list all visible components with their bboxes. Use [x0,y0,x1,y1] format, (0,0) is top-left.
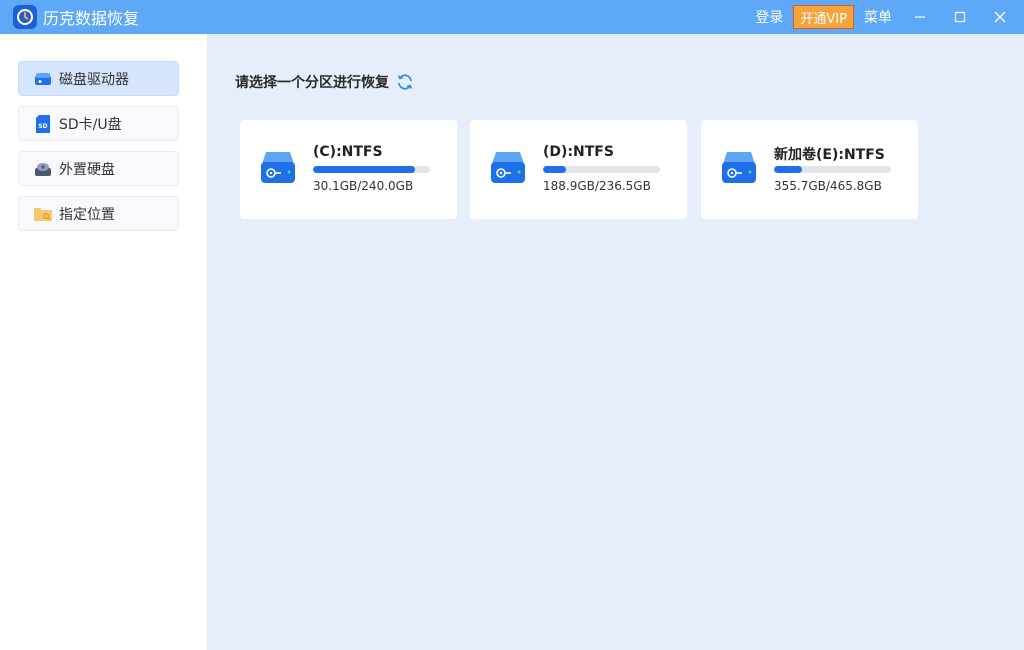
drive-card-c[interactable]: (C):NTFS 30.1GB/240.0GB [240,120,457,219]
section-title: 请选择一个分区进行恢复 [235,72,414,92]
drive-size: 355.7GB/465.8GB [774,179,882,193]
usage-bar [774,166,891,173]
usage-bar [313,166,430,173]
drive-name: (D):NTFS [543,144,614,160]
sidebar-item-sd-card[interactable]: SD SD卡/U盘 [18,106,179,141]
sidebar-item-external-drive[interactable]: 外置硬盘 [18,151,179,186]
drive-icon [261,152,295,183]
sidebar-item-label: 外置硬盘 [59,161,115,178]
usage-bar-fill [313,166,416,173]
drive-icon [491,152,525,183]
sidebar-item-label: 指定位置 [59,206,115,223]
maximize-icon [954,11,966,23]
usage-bar-fill [543,166,567,173]
title-bar: 历克数据恢复 登录 开通VIP 菜单 [0,0,1024,34]
drive-name: 新加卷(E):NTFS [774,147,885,163]
svg-text:SD: SD [38,123,47,130]
external-drive-icon [34,160,52,178]
minimize-button[interactable] [900,0,940,34]
app-logo-icon [13,5,37,29]
usage-bar-fill [774,166,803,173]
sidebar: 磁盘驱动器 SD SD卡/U盘 外置硬盘 指定位置 [0,34,208,650]
usage-bar [543,166,660,173]
hdd-icon [34,70,52,88]
drive-card-e[interactable]: 新加卷(E):NTFS 355.7GB/465.8GB [701,120,918,219]
drive-card-d[interactable]: (D):NTFS 188.9GB/236.5GB [470,120,687,219]
sidebar-item-label: SD卡/U盘 [59,116,122,133]
vip-button[interactable]: 开通VIP [793,5,854,29]
close-icon [994,11,1006,23]
app-title: 历克数据恢复 [43,9,140,28]
sd-card-icon: SD [34,114,52,133]
sidebar-item-disk-drives[interactable]: 磁盘驱动器 [18,61,179,96]
drive-size: 188.9GB/236.5GB [543,179,651,193]
main-panel: 请选择一个分区进行恢复 (C):NTFS 30.1GB/240.0GB (D):… [208,34,1024,650]
refresh-icon[interactable] [396,73,414,91]
login-link[interactable]: 登录 [755,7,783,27]
close-button[interactable] [980,0,1020,34]
drive-name: (C):NTFS [313,144,383,160]
sidebar-item-specified-location[interactable]: 指定位置 [18,196,179,231]
drive-size: 30.1GB/240.0GB [313,179,414,193]
section-title-text: 请选择一个分区进行恢复 [235,75,389,91]
sidebar-item-label: 磁盘驱动器 [59,71,129,88]
drive-icon [722,152,756,183]
menu-link[interactable]: 菜单 [864,7,892,27]
minimize-icon [915,16,925,18]
maximize-button[interactable] [940,0,980,34]
folder-icon [34,205,52,223]
